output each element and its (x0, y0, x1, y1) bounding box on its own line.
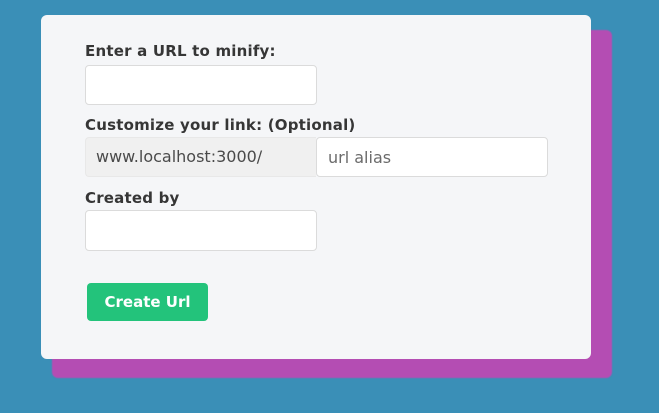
base-url-prefix: www.localhost:3000/ (85, 137, 316, 177)
url-alias-input[interactable] (316, 137, 548, 177)
create-url-button[interactable]: Create Url (87, 283, 208, 321)
url-label: Enter a URL to minify: (85, 42, 276, 60)
customize-label: Customize your link: (Optional) (85, 116, 356, 134)
url-input[interactable] (85, 65, 317, 105)
url-form-card: Enter a URL to minify: Customize your li… (41, 15, 591, 359)
created-by-input[interactable] (85, 210, 317, 251)
created-by-label: Created by (85, 189, 180, 207)
